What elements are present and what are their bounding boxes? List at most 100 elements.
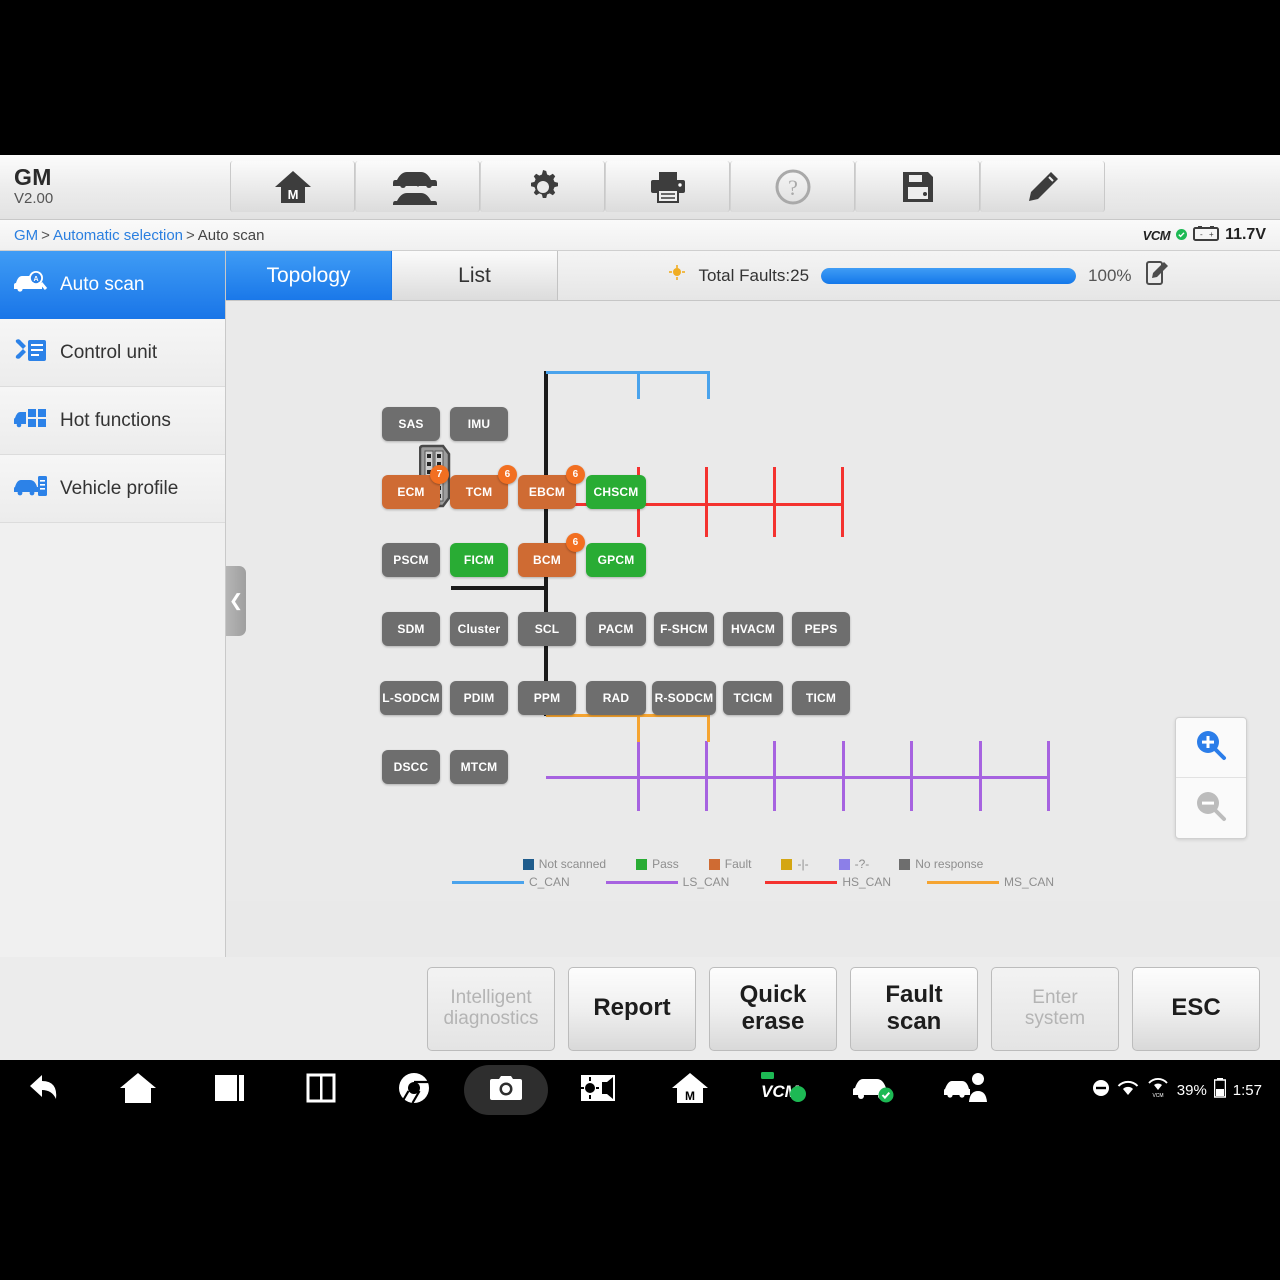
nav-vcm-status-button[interactable]: VCM xyxy=(736,1070,828,1111)
do-not-disturb-icon xyxy=(1092,1079,1110,1101)
zoom-out-button[interactable] xyxy=(1176,778,1246,838)
topology-canvas[interactable]: ❮ OBD xyxy=(226,301,1280,901)
vcm-connected-icon xyxy=(1176,227,1188,244)
scan-progress-percent: 100% xyxy=(1088,265,1132,285)
topology-node-l-sodcm[interactable]: L-SODCM xyxy=(380,681,442,715)
action-button-quick-erase[interactable]: Quick erase xyxy=(709,966,837,1051)
topology-node-label: SCL xyxy=(534,622,560,636)
legend-bus-item: C_CAN xyxy=(451,875,570,889)
vehicle-connected-icon xyxy=(852,1072,896,1109)
toolbar-home-button[interactable]: M xyxy=(230,161,355,212)
nav-remote-assist-button[interactable] xyxy=(920,1072,1012,1109)
toolbar-print-button[interactable] xyxy=(605,161,730,212)
breadcrumb-root[interactable]: GM xyxy=(14,227,38,244)
topology-node-sas[interactable]: SAS xyxy=(382,407,440,441)
topology-node-tcicm[interactable]: TCICM xyxy=(723,681,783,715)
topology-node-mtcm[interactable]: MTCM xyxy=(450,750,508,784)
android-navigation-bar: M VCM VCM 39% 1:57 xyxy=(0,1060,1280,1120)
zoom-in-button[interactable] xyxy=(1176,718,1246,778)
topology-node-ficm[interactable]: FICM xyxy=(450,543,508,577)
topology-node-cluster[interactable]: Cluster xyxy=(450,612,508,646)
topology-node-ticm[interactable]: TICM xyxy=(792,681,850,715)
nav-screen-record-button[interactable] xyxy=(552,1073,644,1108)
legend-status-label: Not scanned xyxy=(538,857,607,871)
sidebar-collapse-handle[interactable]: ❮ xyxy=(226,566,246,636)
topology-node-label: FICM xyxy=(463,553,495,567)
topology-node-bcm[interactable]: BCM 6 xyxy=(518,533,585,577)
topology-node-rad[interactable]: RAD xyxy=(586,681,646,715)
action-button-label: Enter system xyxy=(1024,986,1086,1029)
toolbar-settings-button[interactable] xyxy=(480,161,605,212)
back-icon xyxy=(26,1071,66,1110)
action-button-esc[interactable]: ESC xyxy=(1132,966,1260,1051)
remote-assist-icon xyxy=(944,1072,988,1109)
topology-node-gpcm[interactable]: GPCM xyxy=(586,543,646,577)
gear-icon xyxy=(523,167,563,207)
sidebar: A Auto scan Control unit Hot functions V… xyxy=(0,251,226,957)
legend-bus-label: HS_CAN xyxy=(842,875,892,889)
topology-node-label: EBCM xyxy=(528,485,566,499)
toolbar-edit-button[interactable] xyxy=(980,161,1105,212)
legend-status-item: Pass xyxy=(636,857,679,871)
legend-bus-line xyxy=(605,880,678,884)
nav-vehicle-connected-button[interactable] xyxy=(828,1072,920,1109)
nav-home-button[interactable] xyxy=(92,1071,184,1110)
legend-swatch xyxy=(636,858,648,870)
topology-node-hvacm[interactable]: HVACM xyxy=(723,612,783,646)
legend-status-item: Fault xyxy=(708,857,752,871)
topology-node-ppm[interactable]: PPM xyxy=(518,681,576,715)
topology-node-pacm[interactable]: PACM xyxy=(586,612,646,646)
toolbar-vehicle-swap-button[interactable] xyxy=(355,161,480,212)
app-version: V2.00 xyxy=(14,190,54,207)
bus-wire-ls-can-drop-fshcm xyxy=(910,741,913,811)
topology-node-tcm[interactable]: TCM 6 xyxy=(450,465,517,509)
topology-node-ecm[interactable]: ECM 7 xyxy=(382,465,449,509)
edit-report-icon[interactable] xyxy=(1144,260,1170,291)
nav-back-button[interactable] xyxy=(0,1071,92,1110)
action-button-report[interactable]: Report xyxy=(568,966,696,1051)
sidebar-item-hot-functions[interactable]: Hot functions xyxy=(0,387,225,455)
tab-topology[interactable]: Topology xyxy=(226,251,392,300)
topology-node-label: TICM xyxy=(805,691,837,705)
topology-node-label: TCM xyxy=(465,485,493,499)
legend-bus-label: C_CAN xyxy=(528,875,570,889)
bus-wire-ls-can-drop-sdm xyxy=(637,741,640,811)
topology-node-ebcm[interactable]: EBCM 6 xyxy=(518,465,585,509)
topology-node-r-sodcm[interactable]: R-SODCM xyxy=(652,681,716,715)
nav-camera-button[interactable] xyxy=(460,1065,552,1115)
battery-voltage: 11.7V xyxy=(1225,226,1266,243)
bus-wire-ls-can-horizontal xyxy=(546,776,1047,779)
sidebar-item-auto-scan[interactable]: A Auto scan xyxy=(0,251,225,319)
toolbar-save-button[interactable] xyxy=(855,161,980,212)
main-body: A Auto scan Control unit Hot functions V… xyxy=(0,251,1280,957)
toolbar-help-button[interactable]: ? xyxy=(730,161,855,212)
topology-node-label: TCICM xyxy=(733,691,773,705)
nav-chrome-button[interactable] xyxy=(368,1071,460,1110)
breadcrumb-automatic-selection[interactable]: Automatic selection xyxy=(53,227,183,244)
legend-status-label: Fault xyxy=(724,857,752,871)
sidebar-item-vehicle-profile[interactable]: Vehicle profile xyxy=(0,455,225,523)
legend-status-item: -|- xyxy=(781,857,809,871)
topology-node-peps[interactable]: PEPS xyxy=(792,612,850,646)
legend-status-item: No response xyxy=(899,857,983,871)
legend-swatch xyxy=(899,858,911,870)
topology-node-f-shcm[interactable]: F-SHCM xyxy=(654,612,714,646)
bus-wire-hs-can-drop-tcm xyxy=(705,467,708,537)
topology-node-imu[interactable]: IMU xyxy=(450,407,508,441)
topology-node-sdm[interactable]: SDM xyxy=(382,612,440,646)
sidebar-item-control-unit[interactable]: Control unit xyxy=(0,319,225,387)
topology-node-scl[interactable]: SCL xyxy=(518,612,576,646)
nav-maxi-home-button[interactable]: M xyxy=(644,1071,736,1110)
nav-recents-button[interactable] xyxy=(184,1072,276,1109)
bus-wire-ls-can-drop-peps xyxy=(1047,741,1050,811)
nav-split-screen-button[interactable] xyxy=(276,1072,368,1109)
brand-block: GM V2.00 xyxy=(0,155,230,219)
action-button-fault-scan[interactable]: Fault scan xyxy=(850,966,978,1051)
tab-list[interactable]: List xyxy=(392,251,558,300)
topology-node-pscm[interactable]: PSCM xyxy=(382,543,440,577)
topology-node-pdim[interactable]: PDIM xyxy=(450,681,508,715)
bus-wire-ms-can-drop-dscc xyxy=(637,714,640,742)
camera-pill[interactable] xyxy=(464,1065,548,1115)
topology-node-dscc[interactable]: DSCC xyxy=(382,750,440,784)
topology-node-chscm[interactable]: CHSCM xyxy=(586,475,646,509)
